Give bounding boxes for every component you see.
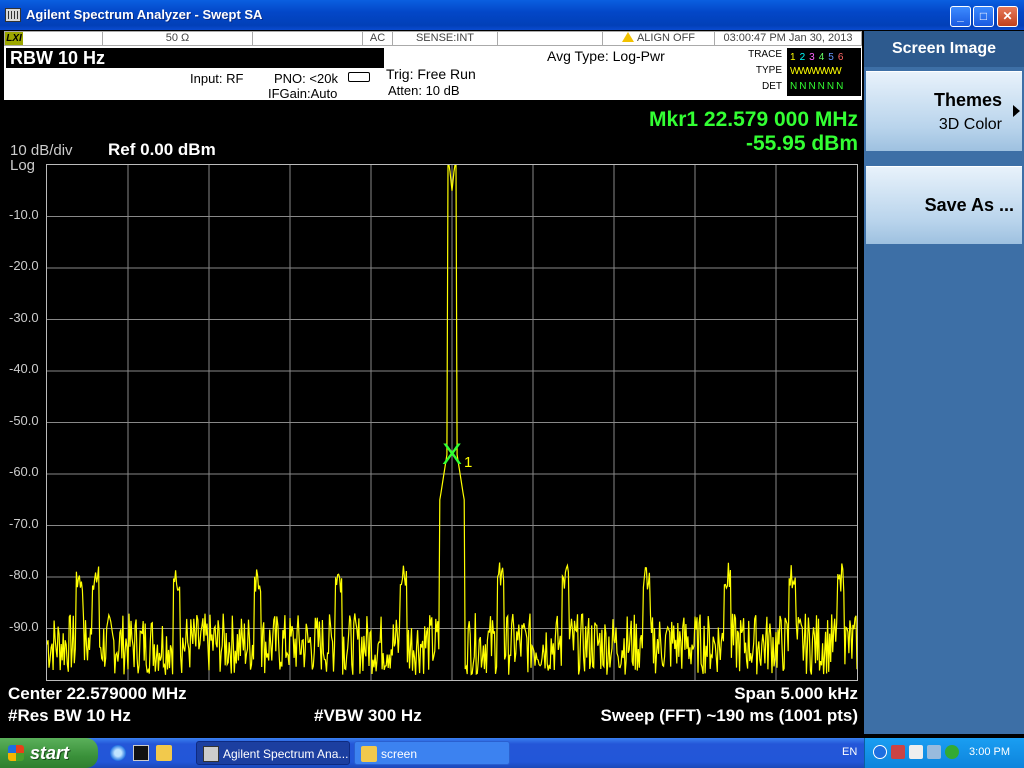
tray-doc-icon[interactable] (909, 745, 923, 759)
input-setting: Input: RF (190, 71, 244, 86)
tray-display-icon[interactable] (927, 745, 941, 759)
sweep-info: Sweep (FFT) ~190 ms (1001 pts) (600, 706, 858, 725)
gridlines (47, 165, 857, 680)
task1-label: Agilent Spectrum Ana... (223, 747, 349, 761)
status-blank-2 (253, 32, 363, 45)
type-label: TYPE (755, 65, 782, 76)
trace-numbers: 123456 (790, 52, 847, 63)
y-tick-label: -10.0 (9, 206, 39, 222)
trace-label: TRACE (748, 49, 782, 60)
scale-type: Log (10, 157, 36, 174)
marker-frequency: Mkr1 22.579 000 MHz (649, 108, 858, 131)
plot-grid[interactable]: X 1 (46, 164, 858, 681)
trace-det-row: NNNNNN (790, 81, 846, 92)
status-bar: LXI 50 Ω AC SENSE:INT ALIGN OFF 03:00:47… (4, 31, 862, 46)
sense-indicator: SENSE:INT (393, 32, 498, 45)
save-as-softkey[interactable]: Save As ... (866, 166, 1022, 244)
trace-number-4: 4 (818, 52, 825, 63)
datetime: 03:00:47 PM Jan 30, 2013 (723, 32, 853, 44)
trigger-setting: Trig: Free Run (386, 66, 476, 82)
task2-label: screen (381, 747, 418, 761)
cmd-quicklaunch-icon[interactable] (133, 745, 149, 761)
spectrum-plot: X 1 (47, 165, 857, 680)
rbw-display[interactable]: RBW 10 Hz (6, 48, 384, 68)
y-tick-label: -60.0 (9, 464, 39, 479)
trace-number-2: 2 (799, 52, 806, 63)
analyzer-app-icon (203, 746, 219, 762)
trace-type-row: WWWWWW (790, 66, 842, 77)
themes-label: Themes (933, 90, 1002, 110)
softkey-panel: Screen Image Themes 3D Color Save As ... (864, 31, 1024, 734)
settings-panel: RBW 10 Hz Input: RF PNO: <20k IFGain:Aut… (4, 46, 862, 101)
center-frequency: Center 22.579000 MHz (8, 684, 187, 703)
system-tray: 3:00 PM (864, 738, 1024, 768)
marker-amplitude: -55.95 dBm (745, 132, 858, 155)
lxi-badge: LXI (5, 32, 23, 45)
avg-type-setting: Avg Type: Log-Pwr (547, 48, 665, 64)
folder-quicklaunch-icon[interactable] (156, 745, 172, 761)
themes-softkey[interactable]: Themes 3D Color (866, 71, 1022, 151)
span: Span 5.000 kHz (734, 684, 858, 703)
start-label: start (30, 743, 70, 763)
app-icon[interactable] (5, 8, 21, 22)
det-label: DET (762, 81, 782, 92)
language-indicator[interactable]: EN (842, 746, 857, 758)
trace-number-3: 3 (809, 52, 815, 63)
taskbar-item-spectrum-analyzer[interactable]: Agilent Spectrum Ana... (196, 741, 350, 765)
res-bw: #Res BW 10 Hz (8, 706, 131, 725)
softkey-menu-title: Screen Image (864, 31, 1024, 67)
marker-1-index: 1 (464, 454, 472, 471)
trace-number-6: 6 (837, 52, 844, 63)
tray-network-icon[interactable] (891, 745, 905, 759)
impedance-indicator: 50 Ω (103, 32, 253, 45)
submenu-arrow-icon (1013, 105, 1020, 117)
taskbar: start Agilent Spectrum Ana... screen EN … (0, 738, 1024, 768)
themes-value: 3D Color (938, 116, 1002, 133)
marker-1: X (442, 438, 462, 471)
status-blank-3 (498, 32, 603, 45)
atten-setting: Atten: 10 dB (388, 83, 460, 98)
pno-toggle-icon (348, 72, 370, 82)
close-button[interactable]: ✕ (997, 6, 1018, 27)
windows-logo-icon (8, 745, 24, 761)
save-as-label: Save As ... (924, 195, 1014, 215)
warning-icon (621, 32, 634, 42)
y-tick-label: -70.0 (9, 515, 39, 531)
tray-back-icon[interactable] (873, 745, 887, 759)
title-bar: Agilent Spectrum Analyzer - Swept SA _ □… (0, 0, 1024, 30)
y-tick-label: -40.0 (9, 361, 39, 376)
y-tick-label: -30.0 (9, 309, 39, 325)
start-button[interactable]: start (0, 738, 98, 768)
y-tick-label: -50.0 (9, 412, 39, 428)
ie-quicklaunch-icon[interactable] (110, 745, 126, 761)
status-blank-1 (23, 32, 103, 45)
maximize-button[interactable]: □ (973, 6, 994, 27)
clock[interactable]: 3:00 PM (969, 746, 1010, 758)
vbw: #VBW 300 Hz (314, 706, 422, 725)
y-tick-label: -20.0 (9, 258, 39, 273)
reference-level: Ref 0.00 dBm (108, 140, 216, 159)
trace-number-5: 5 (828, 52, 834, 63)
tray-status-icon[interactable] (945, 745, 959, 759)
minimize-button[interactable]: _ (950, 6, 971, 27)
coupling-indicator: AC (363, 32, 393, 45)
ifgain-setting: IFGain:Auto (268, 86, 338, 101)
window-title: Agilent Spectrum Analyzer - Swept SA (26, 7, 263, 22)
taskbar-item-screen[interactable]: screen (354, 741, 510, 765)
y-tick-label: -90.0 (9, 618, 39, 634)
folder-icon (361, 746, 377, 762)
pno-setting: PNO: <20k (274, 71, 338, 86)
align-indicator: ALIGN OFF (603, 32, 715, 45)
trace-status-box: 123456 WWWWWW NNNNNN (787, 48, 861, 96)
spectrum-display: Mkr1 22.579 000 MHz -55.95 dBm 10 dB/div… (4, 104, 862, 734)
trace-number-1: 1 (790, 52, 796, 63)
align-text: ALIGN OFF (636, 32, 696, 44)
y-tick-label: -80.0 (9, 567, 39, 582)
